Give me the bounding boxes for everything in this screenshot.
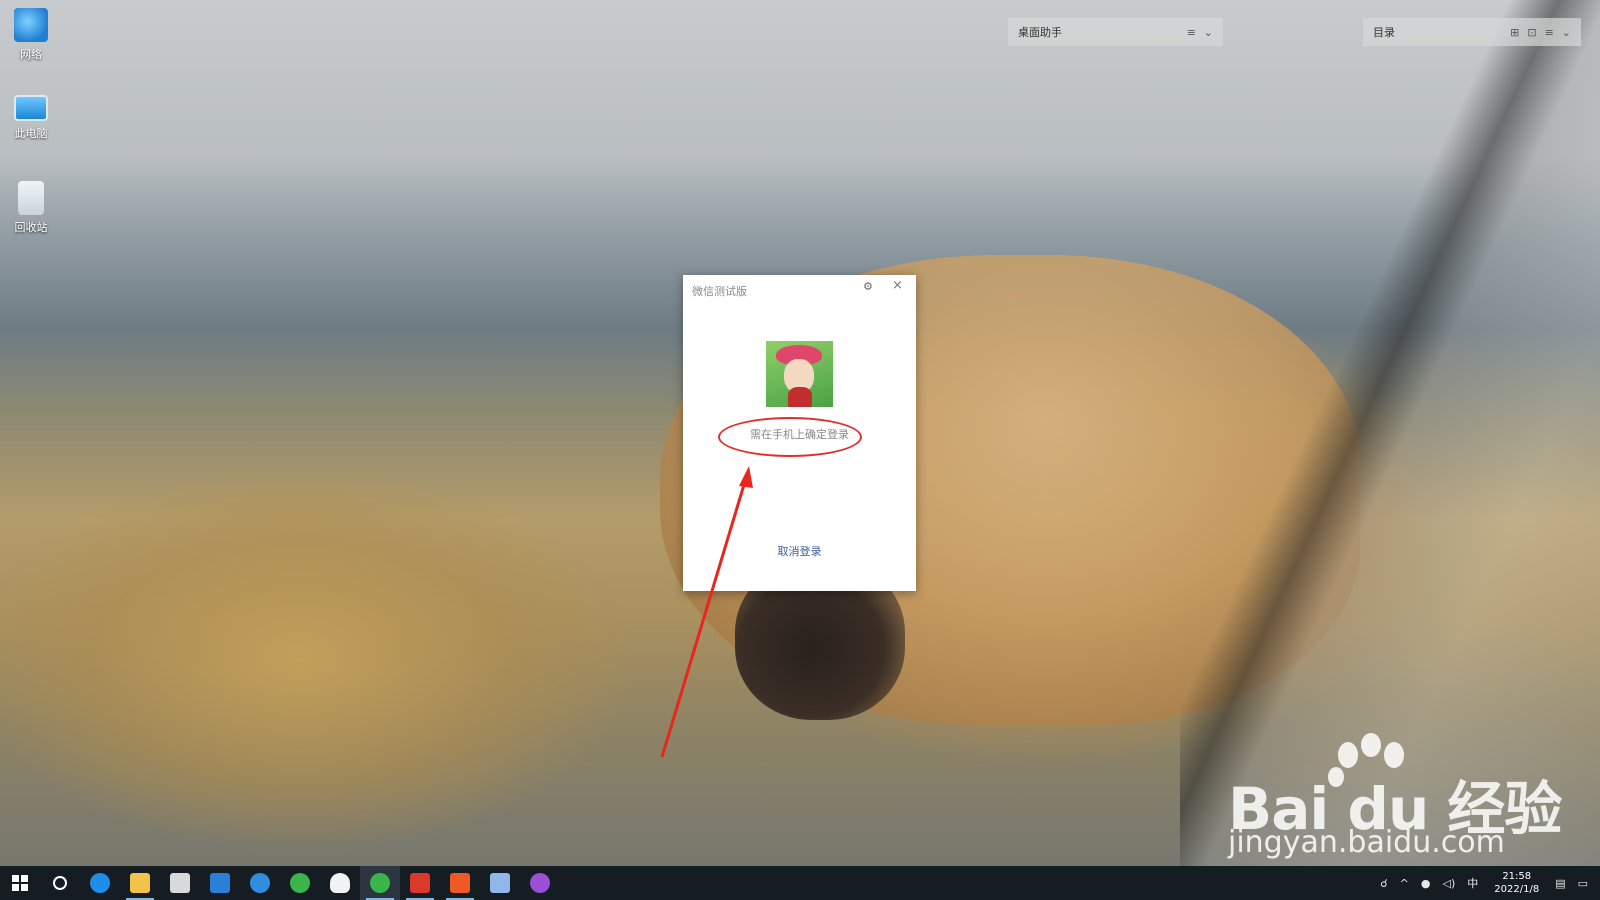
mail-button[interactable] xyxy=(200,866,240,900)
qq-tray-icon[interactable]: ● xyxy=(1421,877,1431,890)
bar-title: 桌面助手 xyxy=(1018,26,1062,39)
volume-icon[interactable]: ◁) xyxy=(1443,877,1456,890)
purple-app-icon xyxy=(530,873,550,893)
desktop-icon-this-pc[interactable]: 此电脑 xyxy=(8,95,54,141)
edge-button[interactable] xyxy=(80,866,120,900)
folder-icon xyxy=(130,873,150,893)
chevron-up-icon[interactable]: ^ xyxy=(1400,877,1409,890)
file-explorer-button[interactable] xyxy=(120,866,160,900)
desktop-icon-label: 网络 xyxy=(20,48,42,61)
computer-icon xyxy=(14,95,48,121)
wechat-login-dialog: 微信测试版 ⚙ × 需在手机上确定登录 取消登录 xyxy=(683,275,916,591)
taskbar: ☌ ^ ● ◁) 中 21:58 2022/1/8 ▤ ▭ xyxy=(0,866,1600,900)
mail-icon xyxy=(210,873,230,893)
chevron-down-icon[interactable]: ⌄ xyxy=(1204,26,1213,39)
window-app-icon xyxy=(490,873,510,893)
start-button[interactable] xyxy=(0,866,40,900)
windows-icon xyxy=(12,875,28,891)
avatar xyxy=(766,341,833,407)
menu-icon[interactable]: ≡ xyxy=(1545,26,1554,39)
desktop-icon-label: 此电脑 xyxy=(14,127,48,140)
dialog-title: 微信测试版 xyxy=(692,285,747,298)
notepad-icon[interactable]: ▤ xyxy=(1555,877,1565,890)
desktop-icon-network[interactable]: 网络 xyxy=(8,8,54,62)
browser-icon xyxy=(290,873,310,893)
wps-button[interactable] xyxy=(400,866,440,900)
cancel-login-link[interactable]: 取消登录 xyxy=(683,543,916,559)
people-icon[interactable]: ☌ xyxy=(1380,877,1387,890)
wps-icon xyxy=(410,873,430,893)
store-button[interactable] xyxy=(160,866,200,900)
clock[interactable]: 21:58 2022/1/8 xyxy=(1494,870,1539,896)
clock-time: 21:58 xyxy=(1502,871,1532,882)
qq-button[interactable] xyxy=(320,866,360,900)
store-icon xyxy=(170,873,190,893)
recycle-bin-icon xyxy=(18,181,44,215)
grid-icon[interactable]: ⊞ xyxy=(1510,26,1519,39)
qq-penguin-icon xyxy=(330,873,350,893)
ie-icon xyxy=(250,873,270,893)
lock-icon[interactable]: ⊡ xyxy=(1527,26,1536,39)
brave-icon xyxy=(450,873,470,893)
edge-icon xyxy=(90,873,110,893)
brave-button[interactable] xyxy=(440,866,480,900)
system-tray: ☌ ^ ● ◁) 中 21:58 2022/1/8 ▤ ▭ xyxy=(1374,866,1600,900)
qq-browser-button[interactable] xyxy=(280,866,320,900)
app-button[interactable] xyxy=(480,866,520,900)
cortana-button[interactable] xyxy=(40,866,80,900)
baidu-watermark-url: jingyan.baidu.com xyxy=(1228,825,1505,860)
app-purple-button[interactable] xyxy=(520,866,560,900)
menu-icon[interactable]: ≡ xyxy=(1187,26,1196,39)
chevron-down-icon[interactable]: ⌄ xyxy=(1562,26,1571,39)
search-circle-icon xyxy=(53,876,67,890)
desktop-icon-recycle-bin[interactable]: 回收站 xyxy=(8,181,54,235)
desktop-assistant-bar[interactable]: 桌面助手 ≡ ⌄ xyxy=(1008,18,1223,46)
close-icon[interactable]: × xyxy=(892,278,903,293)
ie-button[interactable] xyxy=(240,866,280,900)
clock-date: 2022/1/8 xyxy=(1494,884,1540,895)
confirm-on-phone-message: 需在手机上确定登录 xyxy=(750,428,849,441)
bar-title: 目录 xyxy=(1373,26,1395,39)
wechat-icon xyxy=(370,873,390,893)
gear-icon[interactable]: ⚙ xyxy=(863,280,873,293)
notification-icon[interactable]: ▭ xyxy=(1578,877,1588,890)
directory-bar[interactable]: 目录 ⊞ ⊡ ≡ ⌄ xyxy=(1363,18,1581,46)
ime-indicator[interactable]: 中 xyxy=(1467,875,1478,891)
desktop-icon-label: 回收站 xyxy=(14,221,48,234)
wechat-button[interactable] xyxy=(360,866,400,900)
network-icon xyxy=(14,8,48,42)
